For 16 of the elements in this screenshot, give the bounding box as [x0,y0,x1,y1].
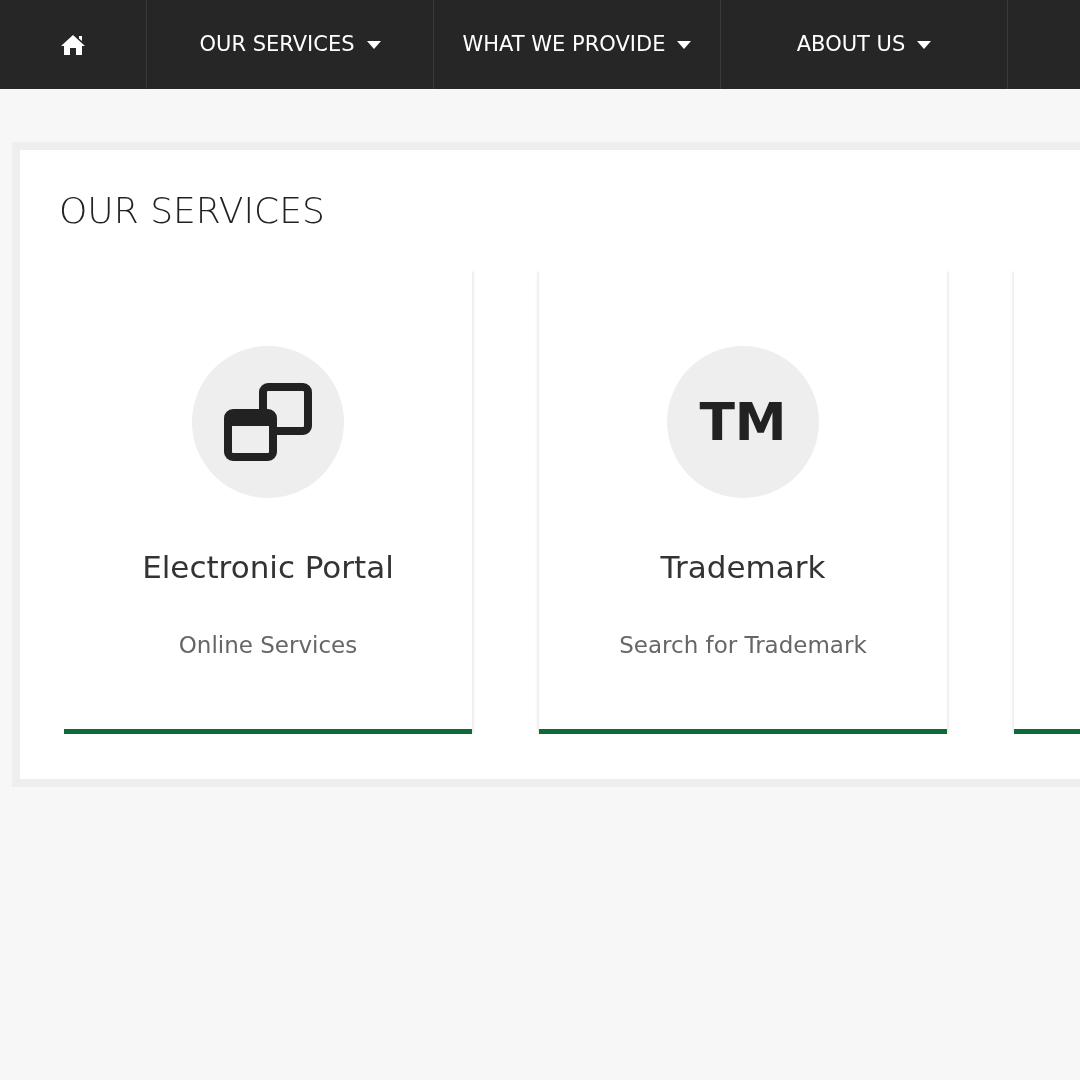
caret-icon [366,40,381,49]
card-title: Trademark [660,548,826,587]
trademark-symbol: TM [699,396,787,448]
caret-icon [677,40,692,49]
home-icon [60,33,86,56]
card-title: Electronic Portal [142,548,394,587]
card-subtitle: Online Services [178,630,358,660]
nav-menu-item[interactable]: OUR SERVICES [147,0,434,89]
overlapping-windows-icon [224,383,312,461]
caret-icon [917,40,932,49]
section-heading: OUR SERVICES [59,189,326,233]
service-card[interactable]: TM Trademark Search for Trademark [539,271,947,734]
card-subtitle: Search for Trademark [619,630,867,660]
service-card[interactable]: Electronic Portal Online Services [64,271,472,734]
nav-menu-item[interactable]: ABOUT US [721,0,1008,89]
nav-menu-item[interactable]: WHAT WE PROVIDE [434,0,721,89]
